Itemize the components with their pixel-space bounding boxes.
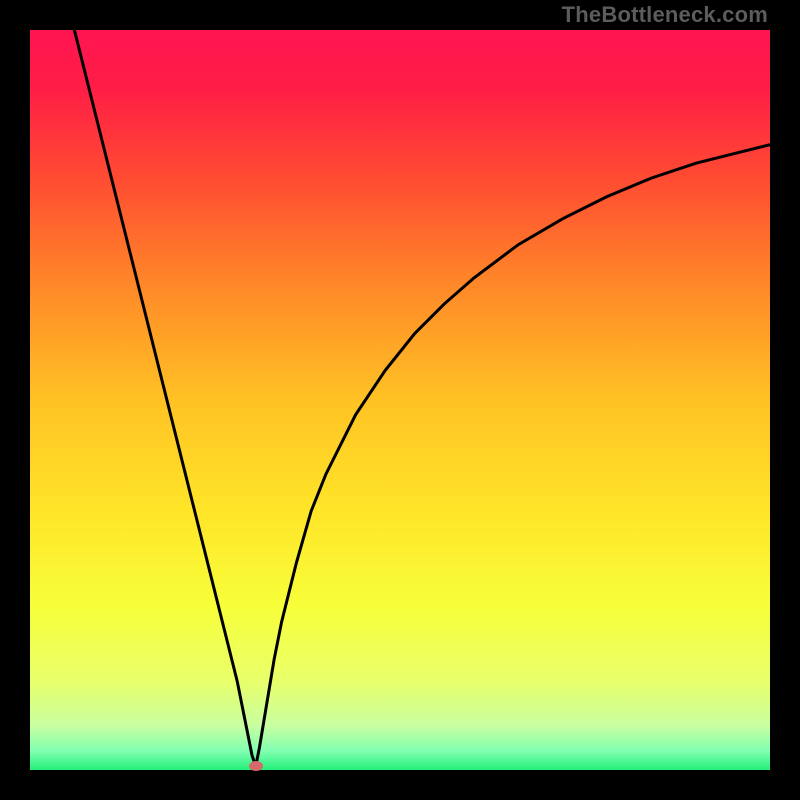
chart-frame: TheBottleneck.com — [0, 0, 800, 800]
gradient-background — [30, 30, 770, 770]
bottleneck-plot — [30, 30, 770, 770]
minimum-marker — [249, 761, 263, 771]
watermark-text: TheBottleneck.com — [562, 2, 768, 28]
